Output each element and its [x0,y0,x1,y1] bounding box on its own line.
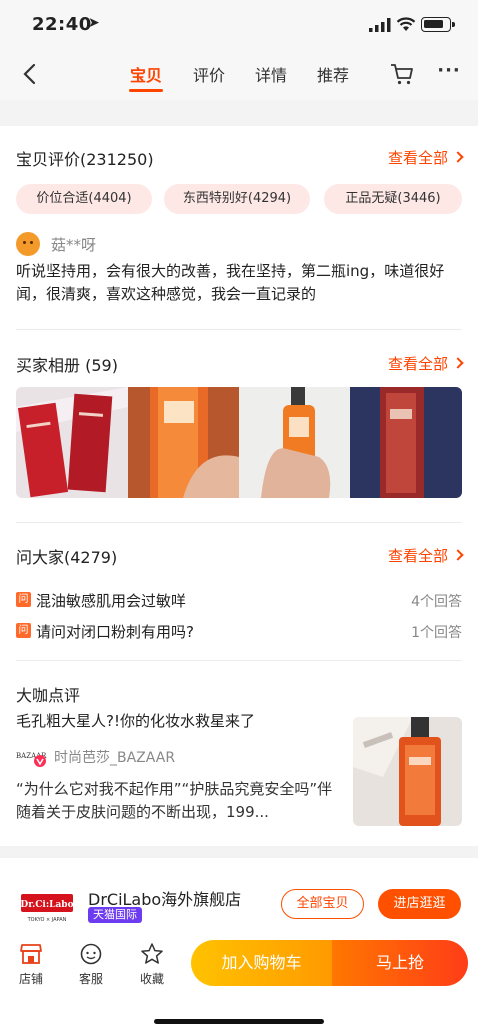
answer-count: 4个回答 [411,594,462,610]
tab-item[interactable]: 宝贝 [130,62,162,86]
qa-title: 问大家(4279) [16,548,118,567]
commentary-thumbnail[interactable] [353,717,462,826]
album-view-all[interactable]: 查看全部 [388,353,464,374]
top-nav: 宝贝 评价 详情 推荐 ··· [0,50,478,100]
shop-logo[interactable]: Dr.Ci:Labo TOKYO × JAPAN [20,892,74,924]
back-icon[interactable] [20,62,40,86]
shop-logo-text: Dr.Ci:Labo [20,900,73,910]
tab-recommend[interactable]: 推荐 [317,62,349,86]
more-icon[interactable]: ··· [436,60,462,86]
all-items-button[interactable]: 全部宝贝 [281,889,364,919]
home-indicator[interactable] [154,1019,324,1024]
favorite-label[interactable]: 收藏 [132,970,172,987]
question-icon: 问 [16,623,31,638]
shop-logo-subtext: TOKYO × JAPAN [27,917,67,923]
commentary-source[interactable]: 时尚芭莎_BAZAAR [54,747,175,767]
divider [16,329,462,330]
customer-service-icon[interactable] [79,942,103,966]
tab-details[interactable]: 详情 [255,62,287,86]
star-icon[interactable] [140,942,164,966]
add-to-cart-button[interactable]: 加入购物车 [191,940,332,986]
question-icon: 问 [16,592,31,607]
buyer-photo[interactable] [128,387,239,498]
wifi-icon [396,17,416,31]
buyer-photo[interactable] [239,387,350,498]
review-tag[interactable]: 价位合适(4404) [16,184,152,214]
cellular-signal-icon [369,18,391,32]
buyer-photo[interactable] [16,387,128,498]
commentary-headline[interactable]: 毛孔粗大星人?!你的化妆水救星来了 [16,710,255,731]
divider [16,522,462,523]
album-title: 买家相册 (59) [16,356,118,375]
cart-icon[interactable] [390,62,414,86]
answer-count: 1个回答 [411,625,462,641]
status-bar: 22:40 ➤ [0,0,478,50]
commentary-excerpt[interactable]: “为什么它对我不起作用”“护肤品究竟安全吗”伴随着关于皮肤问题的不断出现，199… [16,778,336,824]
buy-now-button[interactable]: 马上抢 [332,940,468,986]
shop-icon[interactable] [19,942,43,966]
active-tab-indicator [129,89,163,92]
reviews-view-all[interactable]: 查看全部 [388,147,464,168]
tab-reviews[interactable]: 评价 [193,62,225,86]
tmall-intl-badge: 天猫国际 [88,907,142,923]
question-text[interactable]: 请问对闭口粉刺有用吗? [36,621,194,642]
location-arrow-icon: ➤ [88,15,100,31]
review-tag[interactable]: 东西特别好(4294) [164,184,310,214]
divider [16,660,462,661]
buyer-photo[interactable] [350,387,462,498]
commentary-title: 大咖点评 [16,686,81,705]
reviews-title: 宝贝评价(231250) [16,150,154,169]
shop-label[interactable]: 店铺 [11,970,51,987]
service-label[interactable]: 客服 [71,970,111,987]
question-text[interactable]: 混油敏感肌用会过敏咩 [36,590,186,611]
bazaar-logo: BAZAAR [16,752,47,767]
clock: 22:40 [32,14,92,35]
qa-view-all[interactable]: 查看全部 [388,545,464,566]
reviewer-name: 菇**呀 [51,236,97,254]
review-tag[interactable]: 正品无疑(3446) [324,184,462,214]
avatar [16,232,40,256]
enter-shop-button[interactable]: 进店逛逛 [378,889,461,919]
battery-icon [421,17,455,32]
review-text[interactable]: 听说坚持用，会有很大的改善，我在坚持，第二瓶ing，味道很好闻，很清爽，喜欢这种… [16,260,464,306]
